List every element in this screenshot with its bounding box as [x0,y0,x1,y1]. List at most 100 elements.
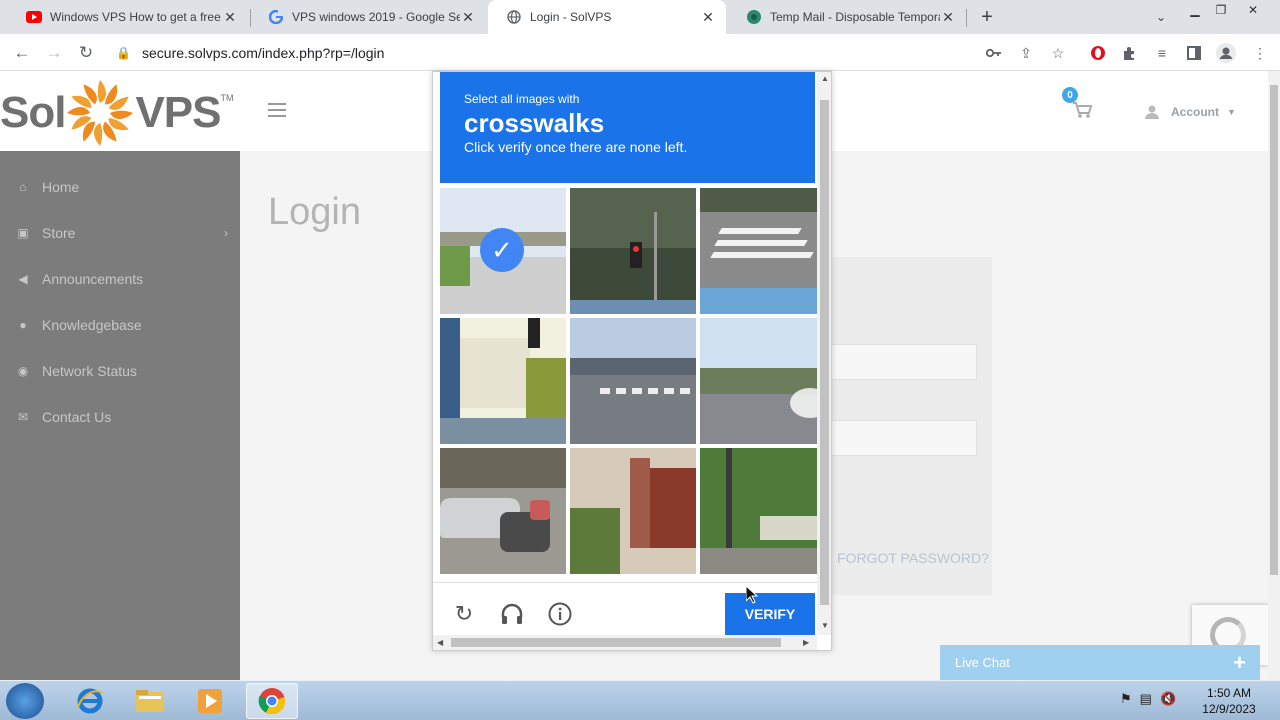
volume-muted-icon[interactable]: 🔇 [1160,691,1176,707]
reload-icon[interactable]: ↻ [73,40,99,66]
image-tile[interactable] [570,318,696,444]
page-title: Login [268,191,361,233]
image-tile[interactable] [440,318,566,444]
scroll-up-arrow-icon[interactable]: ▲ [821,74,829,83]
internet-explorer-icon[interactable] [64,683,116,719]
sidebar-item-network-status[interactable]: ◉ Network Status [0,356,240,386]
email-field[interactable] [830,344,977,380]
tab-login-solvps[interactable]: Login - SolVPS ✕ [488,0,726,34]
image-tile[interactable] [440,448,566,574]
challenge-target: crosswalks [464,108,605,138]
image-tile[interactable] [700,188,826,314]
chevron-right-icon: › [224,226,228,240]
browser-menu-icon[interactable]: ⋮ [1250,43,1270,63]
sidebar-nav: ⌂ Home ▣ Store › ◀ Announcements ● Knowl… [0,151,240,680]
tab-separator [966,9,967,27]
scroll-right-arrow-icon[interactable]: ▶ [803,638,809,647]
share-icon[interactable]: ⇪ [1016,43,1036,63]
key-icon[interactable] [984,43,1004,63]
tab-google[interactable]: VPS windows 2019 - Google Sear ✕ [250,0,486,34]
live-chat-bar[interactable]: Live Chat + [940,645,1260,680]
forward-arrow-icon[interactable]: → [41,40,67,66]
opera-icon[interactable] [1088,43,1108,63]
screen: Windows VPS How to get a free ✕ VPS wind… [0,0,1280,720]
sidebar-item-home[interactable]: ⌂ Home [0,172,240,202]
reload-challenge-icon[interactable]: ↻ [451,601,477,627]
image-grid: ✓ [440,188,826,578]
envelope-icon: ✉ [17,410,29,424]
globe-icon [506,9,522,25]
action-center-flag-icon[interactable]: ⚑ [1120,691,1132,707]
file-explorer-folder-icon[interactable] [124,683,176,719]
info-circle-icon[interactable] [547,601,573,627]
plus-icon[interactable]: + [1233,650,1246,676]
solvps-logo[interactable]: Sol VPS TM [0,77,234,149]
image-tile[interactable]: ✓ [440,188,566,314]
browser-toolbar: ← → ↻ 🔒 secure.solvps.com/index.php?rp=/… [0,34,1280,71]
image-tile[interactable] [700,318,826,444]
google-icon [268,9,284,25]
challenge-header: Select all images with crosswalks Click … [440,72,815,183]
home-icon: ⌂ [19,180,27,194]
password-field[interactable] [830,420,977,456]
windows-taskbar: ⚑ ▤ 🔇 1:50 AM 12/9/2023 [0,680,1280,720]
scroll-down-arrow-icon[interactable]: ▼ [821,621,829,630]
back-arrow-icon[interactable]: ← [9,40,35,66]
info-icon: ● [19,318,27,332]
image-tile[interactable] [570,448,696,574]
verify-button[interactable]: VERIFY [725,593,815,635]
profile-avatar-icon[interactable] [1216,43,1236,63]
youtube-icon [26,9,42,25]
close-tab-icon[interactable]: ✕ [460,9,476,25]
restore-icon[interactable]: ❐ [1208,2,1234,18]
recaptcha-challenge: Select all images with crosswalks Click … [432,71,832,651]
basket-icon: ▣ [17,226,29,240]
challenge-vertical-scrollbar[interactable]: ▲ ▼ [817,72,831,635]
side-panel-icon[interactable] [1184,43,1204,63]
scroll-left-arrow-icon[interactable]: ◀ [437,638,443,647]
system-tray: ⚑ ▤ 🔇 [1120,691,1176,707]
audio-headphones-icon[interactable] [499,601,525,627]
start-button-windows-icon[interactable] [6,683,44,719]
chrome-taskbar-icon[interactable] [246,683,298,719]
sun-logo-icon [67,80,134,146]
tab-search-chevron-icon[interactable]: ⌄ [1152,8,1170,26]
tempmail-icon [746,9,762,25]
new-tab-plus-icon[interactable]: + [976,6,998,28]
image-tile[interactable] [700,448,826,574]
close-window-icon[interactable]: ✕ [1240,2,1266,18]
network-tray-icon[interactable]: ▤ [1140,691,1152,707]
address-bar[interactable]: 🔒 secure.solvps.com/index.php?rp=/login [108,38,1108,67]
extensions-puzzle-icon[interactable] [1120,43,1140,63]
sidebar-item-store[interactable]: ▣ Store › [0,218,240,248]
system-clock[interactable]: 1:50 AM 12/9/2023 [1190,685,1268,717]
forgot-password-link[interactable]: FORGOT PASSWORD? [837,550,989,566]
bookmark-star-icon[interactable]: ☆ [1048,43,1068,63]
megaphone-icon: ◀ [18,272,28,286]
tab-temp-mail[interactable]: Temp Mail - Disposable Tempora ✕ [728,0,966,34]
sidebar-item-knowledgebase[interactable]: ● Knowledgebase [0,310,240,340]
close-tab-icon[interactable]: ✕ [940,9,956,25]
challenge-footer: ↻ VERIFY [433,582,818,642]
account-menu[interactable]: Account ▼ [1145,105,1236,119]
media-player-icon[interactable] [184,683,236,719]
sidebar-item-contact-us[interactable]: ✉ Contact Us [0,402,240,432]
shopping-cart-icon[interactable] [1072,101,1094,123]
minimize-icon[interactable]: ▁ [1182,2,1208,18]
image-tile[interactable] [570,188,696,314]
close-tab-icon[interactable]: ✕ [700,9,716,25]
url-text: secure.solvps.com/index.php?rp=/login [142,44,385,61]
caret-down-icon: ▼ [1227,107,1236,117]
tab-youtube[interactable]: Windows VPS How to get a free ✕ [8,0,248,34]
challenge-horizontal-scrollbar[interactable]: ◀ ▶ [433,635,817,650]
user-icon [1145,105,1159,119]
selected-check-icon: ✓ [480,228,524,272]
lock-icon: 🔒 [116,45,131,60]
sidebar-item-announcements[interactable]: ◀ Announcements [0,264,240,294]
page-scrollbar[interactable] [1268,71,1280,680]
close-tab-icon[interactable]: ✕ [222,9,238,25]
mouse-cursor-icon [746,586,758,604]
media-queue-icon[interactable]: ≡ [1152,43,1172,63]
network-icon: ◉ [17,364,29,378]
hamburger-menu-icon[interactable] [268,103,286,117]
